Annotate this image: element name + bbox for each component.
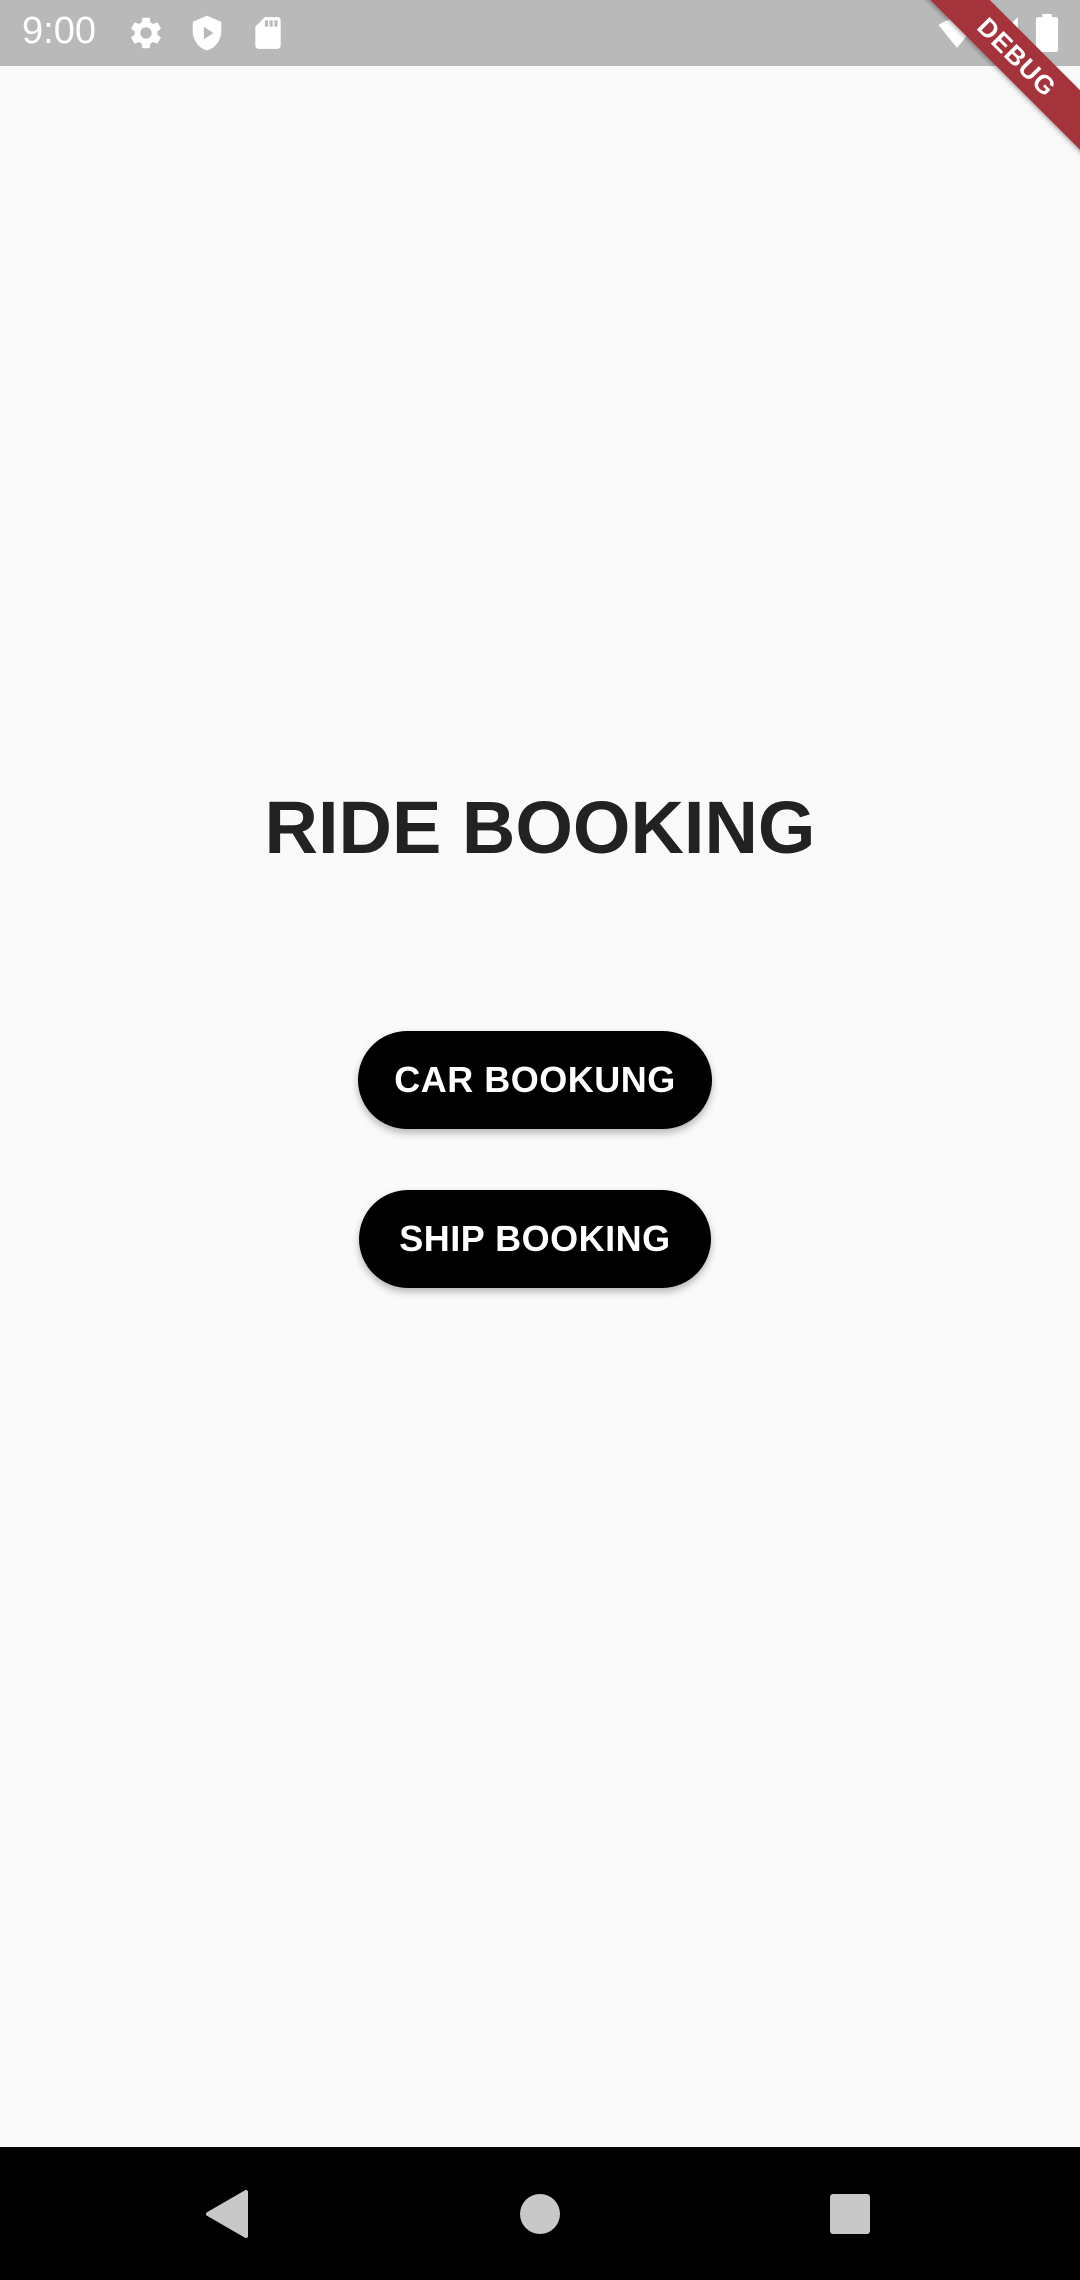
status-bar: 9:00 [0, 0, 1080, 66]
app-screen: 9:00 DEBUG RIDE BOOKING CAR BOOKUNG SHIP… [0, 0, 1080, 2280]
recents-icon [830, 2193, 870, 2234]
battery-icon [1035, 14, 1059, 52]
shield-play-icon [192, 15, 222, 51]
nav-home-button[interactable] [480, 2147, 600, 2280]
status-time: 9:00 [22, 10, 96, 52]
nav-recents-button[interactable] [790, 2147, 910, 2280]
nav-back-button[interactable] [166, 2147, 286, 2280]
page-title: RIDE BOOKING [264, 786, 816, 869]
sd-card-icon [255, 17, 281, 49]
car-booking-button[interactable]: CAR BOOKUNG [358, 1031, 712, 1129]
navigation-bar [0, 2147, 1080, 2280]
settings-icon [131, 17, 161, 49]
back-icon [206, 2189, 248, 2238]
ship-booking-button[interactable]: SHIP BOOKING [359, 1190, 711, 1288]
home-icon [520, 2193, 560, 2234]
